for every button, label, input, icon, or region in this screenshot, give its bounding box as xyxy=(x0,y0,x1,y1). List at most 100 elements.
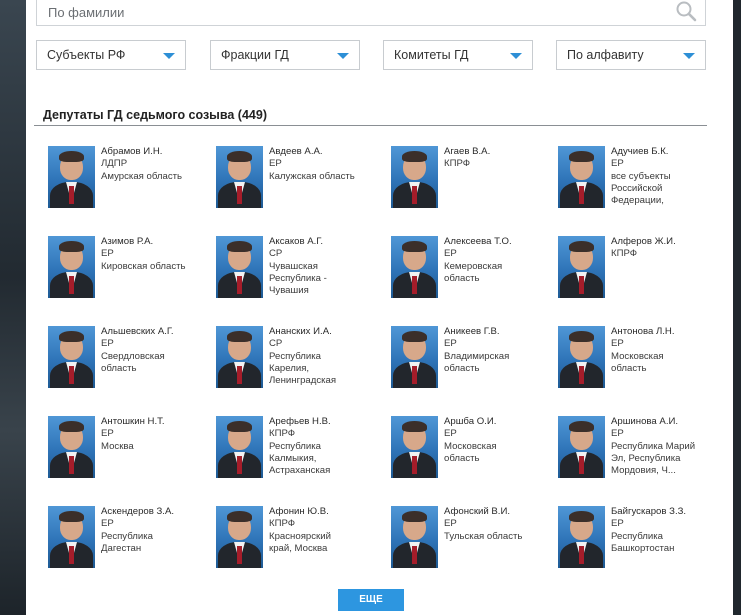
deputy-photo[interactable] xyxy=(216,146,263,208)
deputy-card[interactable]: Азимов Р.А. ЕР Кировская область xyxy=(48,236,213,316)
deputy-party: КПРФ xyxy=(269,428,296,440)
deputy-region-line: Кемеровская xyxy=(444,260,503,272)
deputy-photo[interactable] xyxy=(216,416,263,478)
deputy-info: Ананских И.А. СР Республика Карелия, Ленингр… xyxy=(269,326,381,387)
deputy-name[interactable]: Авдеев А.А. xyxy=(269,146,381,158)
filter-factions-dropdown[interactable]: Фракции ГД xyxy=(210,40,360,70)
deputy-card[interactable]: Аршба О.И. ЕР Московская область xyxy=(391,416,556,496)
deputy-photo[interactable] xyxy=(391,326,438,388)
deputy-photo[interactable] xyxy=(48,416,95,478)
deputy-region-line: Республика xyxy=(269,440,321,452)
deputy-card[interactable]: Аскендеров З.А. ЕР Республика Дагестан xyxy=(48,506,213,586)
deputy-photo[interactable] xyxy=(558,326,605,388)
deputy-photo[interactable] xyxy=(216,326,263,388)
deputy-name[interactable]: Афонин Ю.В. xyxy=(269,506,381,518)
deputy-name[interactable]: Адучиев Б.К. xyxy=(611,146,723,158)
deputy-name[interactable]: Аскендеров З.А. xyxy=(101,506,213,518)
deputy-info: Адучиев Б.К. ЕР все субъекты Российской Феде… xyxy=(611,146,723,207)
chevron-down-icon xyxy=(163,53,175,59)
deputy-info: Аксаков А.Г. СР Чувашская Республика - Чуваш… xyxy=(269,236,381,297)
deputy-name[interactable]: Альшевских А.Г. xyxy=(101,326,213,338)
deputy-photo[interactable] xyxy=(558,236,605,298)
deputy-region-line: все субъекты xyxy=(611,170,671,182)
deputy-party: СР xyxy=(269,248,283,260)
deputy-info: Абрамов И.Н. ЛДПР Амурская область xyxy=(101,146,213,183)
deputy-info: Аршба О.И. ЕР Московская область xyxy=(444,416,556,465)
deputy-card[interactable]: Антонова Л.Н. ЕР Московская область xyxy=(558,326,723,406)
deputy-photo[interactable] xyxy=(558,146,605,208)
deputy-region-line: Кировская область xyxy=(101,260,186,272)
search-box xyxy=(36,0,706,26)
deputy-card[interactable]: Афонин Ю.В. КПРФ Красноярский край, Москва xyxy=(216,506,381,586)
deputy-card[interactable]: Арефьев Н.В. КПРФ Республика Калмыкия, Астра… xyxy=(216,416,381,496)
sort-label: По алфавиту xyxy=(567,48,644,62)
deputy-name[interactable]: Абрамов И.Н. xyxy=(101,146,213,158)
deputy-name[interactable]: Аршинова А.И. xyxy=(611,416,723,428)
filter-committees-dropdown[interactable]: Комитеты ГД xyxy=(383,40,533,70)
deputy-name[interactable]: Аршба О.И. xyxy=(444,416,556,428)
deputy-name[interactable]: Арефьев Н.В. xyxy=(269,416,381,428)
deputy-photo[interactable] xyxy=(216,236,263,298)
deputy-photo[interactable] xyxy=(558,506,605,568)
deputy-card[interactable]: Аникеев Г.В. ЕР Владимирская область xyxy=(391,326,556,406)
deputy-card[interactable]: Антошкин Н.Т. ЕР Москва xyxy=(48,416,213,496)
deputy-photo[interactable] xyxy=(48,146,95,208)
more-button[interactable]: ЕЩЕ xyxy=(338,589,404,611)
deputy-photo[interactable] xyxy=(391,416,438,478)
deputy-card[interactable]: Аксаков А.Г. СР Чувашская Республика - Чуваш… xyxy=(216,236,381,316)
deputy-name[interactable]: Алферов Ж.И. xyxy=(611,236,723,248)
deputy-photo[interactable] xyxy=(48,236,95,298)
deputy-photo[interactable] xyxy=(391,506,438,568)
search-icon[interactable] xyxy=(675,0,697,22)
deputy-name[interactable]: Ананских И.А. xyxy=(269,326,381,338)
deputy-party: ЕР xyxy=(611,428,624,440)
deputy-info: Арефьев Н.В. КПРФ Республика Калмыкия, Астра… xyxy=(269,416,381,477)
deputy-name[interactable]: Антонова Л.Н. xyxy=(611,326,723,338)
deputy-photo[interactable] xyxy=(48,506,95,568)
deputy-card[interactable]: Адучиев Б.К. ЕР все субъекты Российской Феде… xyxy=(558,146,723,226)
deputy-photo[interactable] xyxy=(48,326,95,388)
deputy-region-line: Красноярский xyxy=(269,530,331,542)
sort-dropdown[interactable]: По алфавиту xyxy=(556,40,706,70)
deputy-party: КПРФ xyxy=(611,248,638,260)
deputy-region-line: Чувашия xyxy=(269,285,309,297)
deputy-party: СР xyxy=(269,338,283,350)
deputy-name[interactable]: Аникеев Г.В. xyxy=(444,326,556,338)
deputy-card[interactable]: Аршинова А.И. ЕР Республика Марий Эл, Респу… xyxy=(558,416,723,496)
deputy-name[interactable]: Афонский В.И. xyxy=(444,506,556,518)
deputy-info: Аникеев Г.В. ЕР Владимирская область xyxy=(444,326,556,375)
deputy-region-line: Республика xyxy=(269,350,321,362)
deputy-name[interactable]: Азимов Р.А. xyxy=(101,236,213,248)
deputy-name[interactable]: Агаев В.А. xyxy=(444,146,556,158)
section-divider xyxy=(34,125,707,126)
deputy-card[interactable]: Альшевских А.Г. ЕР Свердловская область xyxy=(48,326,213,406)
deputy-info: Антонова Л.Н. ЕР Московская область xyxy=(611,326,723,375)
deputy-card[interactable]: Ананских И.А. СР Республика Карелия, Ленингр… xyxy=(216,326,381,406)
deputy-party: КПРФ xyxy=(444,158,471,170)
deputy-card[interactable]: Авдеев А.А. ЕР Калужская область xyxy=(216,146,381,226)
deputy-card[interactable]: Афонский В.И. ЕР Тульская область xyxy=(391,506,556,586)
filter-subjects-label: Субъекты РФ xyxy=(47,48,126,62)
deputy-photo[interactable] xyxy=(558,416,605,478)
deputy-name[interactable]: Алексеева Т.О. xyxy=(444,236,556,248)
deputy-name[interactable]: Антошкин Н.Т. xyxy=(101,416,213,428)
deputy-card[interactable]: Абрамов И.Н. ЛДПР Амурская область xyxy=(48,146,213,226)
filter-committees-label: Комитеты ГД xyxy=(394,48,469,62)
chevron-down-icon xyxy=(510,53,522,59)
deputy-card[interactable]: Байгускаров З.З. ЕР Республика Башкортостан xyxy=(558,506,723,586)
deputy-party: ЕР xyxy=(444,248,457,260)
background-left-edge xyxy=(0,0,28,615)
deputy-card[interactable]: Алферов Ж.И. КПРФ xyxy=(558,236,723,316)
deputy-card[interactable]: Агаев В.А. КПРФ xyxy=(391,146,556,226)
search-input[interactable] xyxy=(48,3,648,21)
deputy-region-line: Эл, Республика xyxy=(611,452,681,464)
deputy-name[interactable]: Байгускаров З.З. xyxy=(611,506,723,518)
deputy-info: Алексеева Т.О. ЕР Кемеровская область xyxy=(444,236,556,285)
deputy-photo[interactable] xyxy=(391,236,438,298)
deputy-photo[interactable] xyxy=(216,506,263,568)
deputy-region-line: область xyxy=(611,362,647,374)
filter-subjects-dropdown[interactable]: Субъекты РФ xyxy=(36,40,186,70)
deputy-name[interactable]: Аксаков А.Г. xyxy=(269,236,381,248)
deputy-photo[interactable] xyxy=(391,146,438,208)
deputy-card[interactable]: Алексеева Т.О. ЕР Кемеровская область xyxy=(391,236,556,316)
